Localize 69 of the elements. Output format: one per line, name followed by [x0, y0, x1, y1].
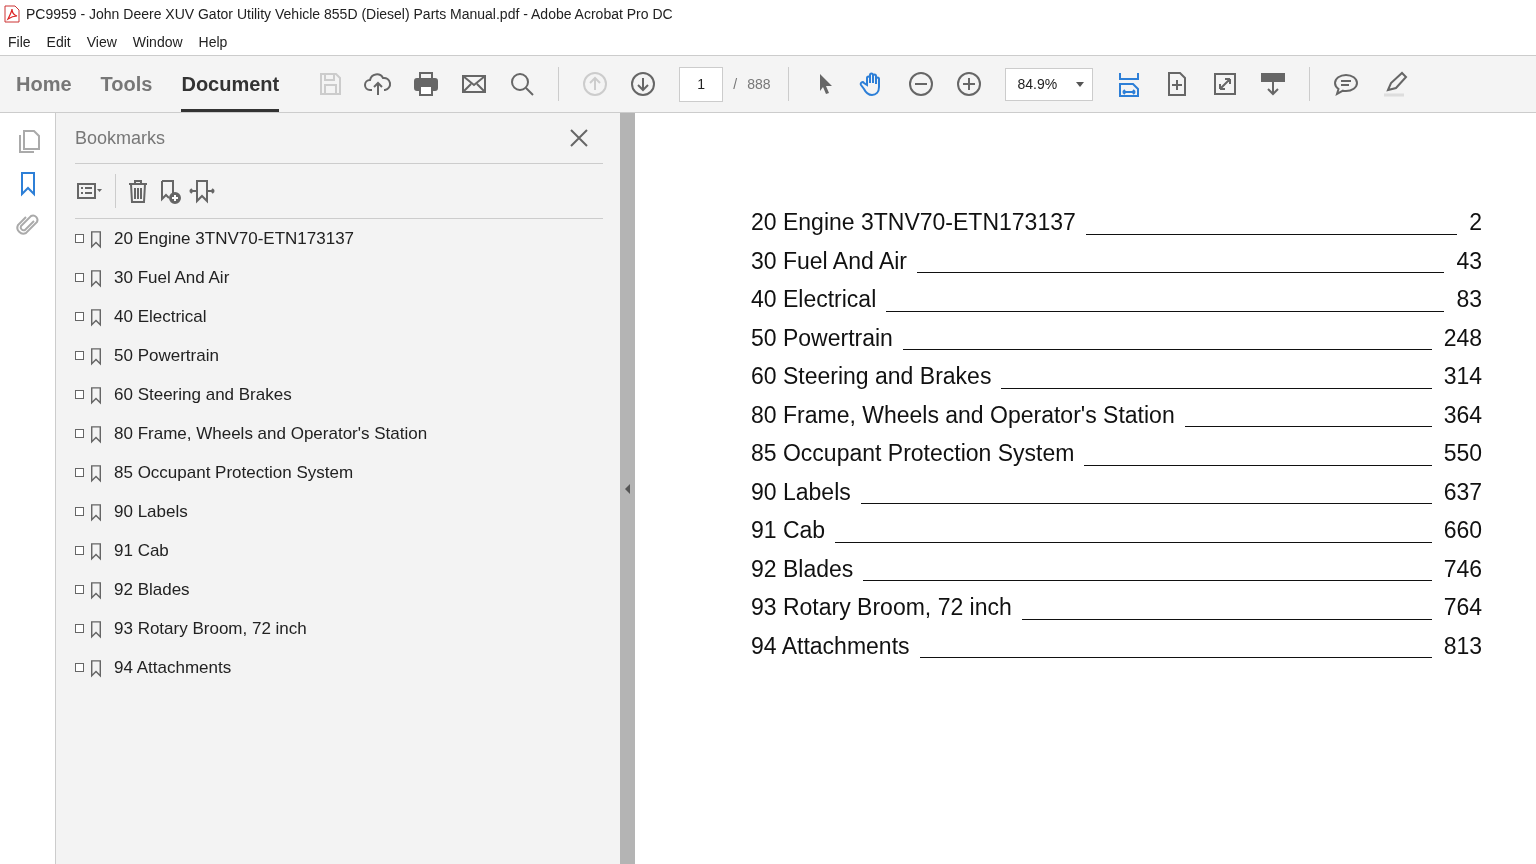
toc-title: 40 Electrical	[751, 286, 877, 313]
bookmark-item[interactable]: 40 Electrical	[114, 306, 207, 327]
bookmark-item[interactable]: 91 Cab	[114, 540, 169, 561]
bookmark-item[interactable]: 50 Powertrain	[114, 345, 219, 366]
expand-box[interactable]	[75, 468, 84, 477]
pdf-file-icon	[4, 5, 20, 23]
cloud-upload-icon[interactable]	[364, 70, 393, 98]
menu-item[interactable]: Help	[198, 33, 228, 50]
toc-title: 80 Frame, Wheels and Operator's Station	[751, 401, 1175, 429]
toc-title: 90 Labels	[751, 478, 851, 506]
bookmark-item[interactable]: 20 Engine 3TNV70-ETN173137	[114, 228, 355, 249]
tab[interactable]: Tools	[100, 56, 153, 112]
toc-title: 92 Blades	[751, 555, 854, 583]
toc-page-number: 550	[1443, 440, 1482, 467]
page-count: 888	[747, 76, 771, 92]
bookmark-item[interactable]: 94 Attachments	[114, 657, 232, 678]
toc-title: 60 Steering and Brakes	[751, 363, 992, 390]
arrow-down-circle-icon[interactable]	[629, 70, 658, 98]
bookmark-arrows-icon[interactable]	[188, 177, 216, 205]
toc-page-number: 248	[1443, 324, 1482, 352]
expand-box[interactable]	[75, 507, 84, 516]
toc-title: 30 Fuel And Air	[751, 247, 907, 275]
toc-page-number: 364	[1443, 401, 1482, 429]
page-separator: /	[733, 76, 738, 92]
toc-page-number: 660	[1443, 517, 1482, 544]
expand-box[interactable]	[75, 351, 84, 360]
menu-item[interactable]: Edit	[46, 33, 71, 50]
toc-title: 94 Attachments	[751, 632, 910, 660]
menu-item[interactable]: Window	[132, 33, 183, 50]
expand-box[interactable]	[75, 312, 84, 321]
toc-title: 85 Occupant Protection System	[751, 440, 1075, 467]
expand-box[interactable]	[75, 273, 84, 282]
menu-item[interactable]: File	[8, 33, 31, 50]
bookmark-item[interactable]: 30 Fuel And Air	[114, 267, 230, 288]
bookmark-item[interactable]: 93 Rotary Broom, 72 inch	[114, 618, 307, 639]
toc-page-number: 2	[1469, 209, 1482, 236]
toc-title: 50 Powertrain	[751, 324, 893, 352]
collapse-arrow-icon[interactable]	[625, 483, 630, 494]
bookmark-item[interactable]: 60 Steering and Brakes	[114, 384, 292, 405]
toc-title: 20 Engine 3TNV70-ETN173137	[751, 209, 1076, 236]
bookmark-item[interactable]: 80 Frame, Wheels and Operator's Station	[114, 423, 428, 444]
menu-item[interactable]: View	[86, 33, 117, 50]
toc-page-number: 43	[1456, 247, 1482, 275]
expand-box[interactable]	[75, 546, 84, 555]
bookmark-item[interactable]: 92 Blades	[114, 579, 190, 600]
expand-box[interactable]	[75, 663, 84, 672]
toc-page-number: 764	[1443, 594, 1482, 621]
toc-page-number: 637	[1443, 478, 1482, 506]
toc-page-number: 314	[1443, 363, 1482, 390]
zoom-dropdown[interactable]: 84.9%	[1005, 67, 1094, 101]
bookmark-item[interactable]: 85 Occupant Protection System	[114, 462, 354, 483]
printer-icon[interactable]	[412, 70, 441, 98]
toc-page-number: 83	[1456, 286, 1482, 313]
window-title: PC9959 - John Deere XUV Gator Utility Vehicle 855D (Diesel) Parts Manual.pdf - Adobe Acrobat Pro DC	[26, 6, 673, 22]
toc-title: 91 Cab	[751, 517, 826, 544]
expand-box[interactable]	[75, 234, 84, 243]
expand-box[interactable]	[75, 585, 84, 594]
zoom-in-icon[interactable]	[955, 70, 984, 98]
expand-box[interactable]	[75, 390, 84, 399]
toc-title: 93 Rotary Broom, 72 inch	[751, 594, 1012, 621]
toc-page-number: 746	[1443, 555, 1482, 583]
bookmark-item[interactable]: 90 Labels	[114, 501, 188, 522]
expand-box[interactable]	[75, 624, 84, 633]
page-number-field[interactable]: 1	[679, 66, 724, 102]
panel-title: Bookmarks	[75, 127, 166, 149]
toc-page-number: 813	[1443, 632, 1482, 660]
zoom-out-icon[interactable]	[907, 70, 936, 98]
tab[interactable]: Home	[16, 56, 72, 112]
expand-box[interactable]	[75, 429, 84, 438]
